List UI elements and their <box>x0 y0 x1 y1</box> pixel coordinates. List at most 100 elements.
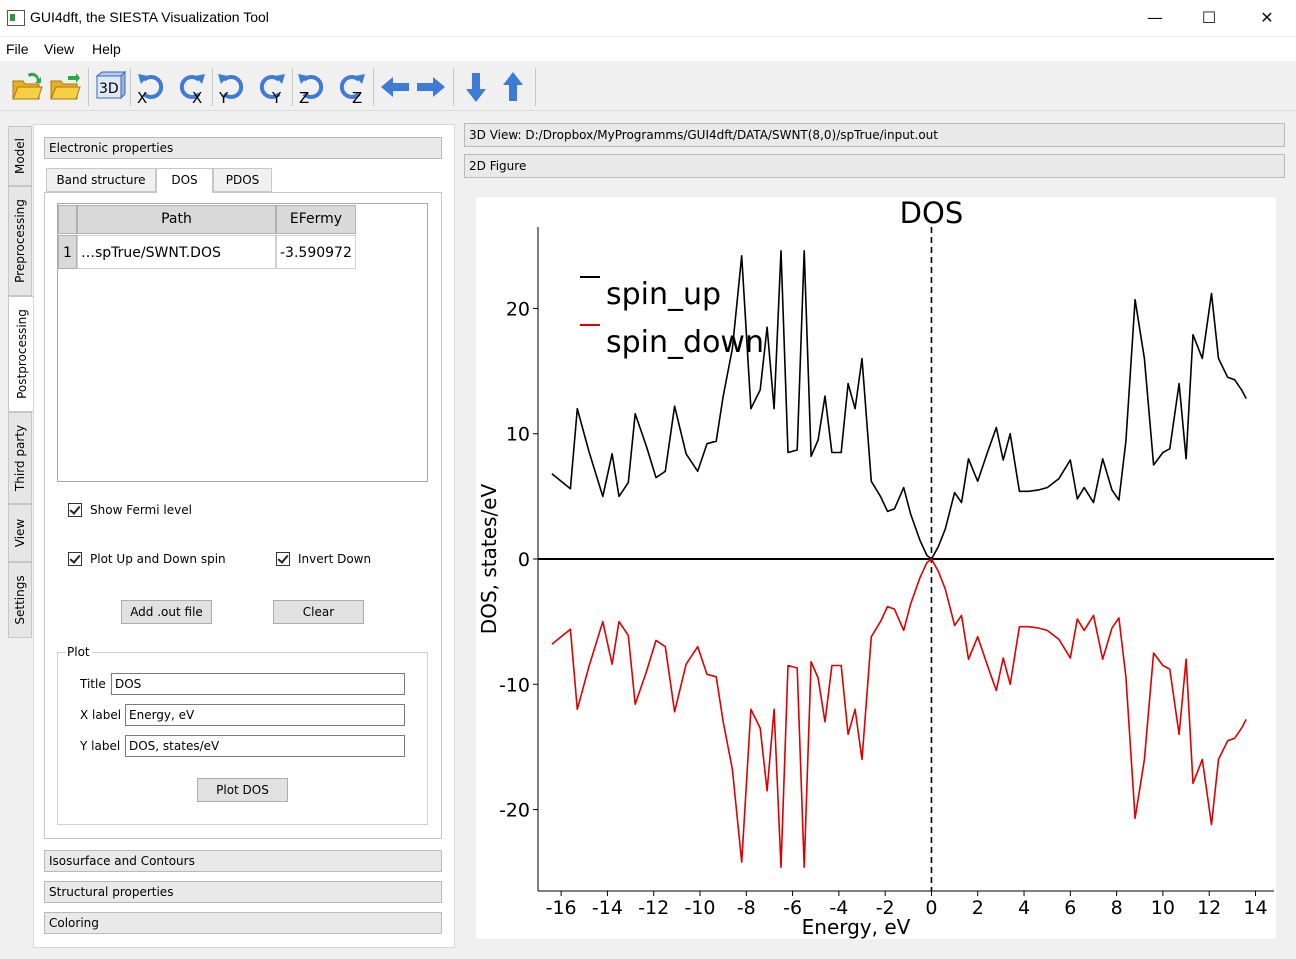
add-out-file-button[interactable]: Add .out file <box>121 600 212 624</box>
table-cell-path[interactable]: …spTrue/SWNT.DOS <box>77 235 276 269</box>
rotate-y-ccw-button[interactable]: Y <box>215 70 249 107</box>
cube-3d-label: 3D <box>99 81 119 97</box>
open-folder-button[interactable] <box>48 70 82 104</box>
figure-2d-header[interactable]: 2D Figure <box>464 154 1285 178</box>
toolbar-separator <box>535 68 536 106</box>
arrow-down-icon <box>466 73 486 102</box>
rotate-z-cw-button[interactable]: Z <box>334 70 368 107</box>
x-tick-label: -8 <box>737 897 756 919</box>
rotate-x-cw-button[interactable]: X <box>174 70 208 107</box>
rotate-right-icon: X <box>179 74 205 107</box>
toolbar-separator <box>88 68 89 106</box>
y-tick-label: 20 <box>506 298 530 320</box>
section-structural-properties[interactable]: Structural properties <box>44 881 442 903</box>
plot-dos-button[interactable]: Plot DOS <box>197 778 288 802</box>
column-header-efermy[interactable]: EFermy <box>276 205 356 234</box>
plot-up-down-checkbox[interactable] <box>68 552 82 566</box>
x-tick-label: 2 <box>972 897 984 919</box>
view-3d-header[interactable]: 3D View: D:/Dropbox/MyProgramms/GUI4dft/… <box>464 123 1285 147</box>
open-file-button[interactable] <box>10 70 44 104</box>
side-tab-postprocessing[interactable]: Postprocessing <box>8 296 34 412</box>
svg-text:X: X <box>192 89 202 104</box>
arrow-up-icon <box>503 72 523 101</box>
clear-button[interactable]: Clear <box>273 600 364 624</box>
section-coloring[interactable]: Coloring <box>44 912 442 934</box>
invert-down-label: Invert Down <box>298 552 372 566</box>
show-fermi-checkbox[interactable] <box>68 503 82 517</box>
move-left-button[interactable] <box>378 70 412 104</box>
side-tab-view[interactable]: View <box>8 504 32 562</box>
side-tab-settings[interactable]: Settings <box>8 562 32 638</box>
cube-3d-icon: 3D <box>95 70 127 100</box>
x-tick-label: -10 <box>684 897 715 919</box>
x-tick-label: 12 <box>1197 897 1221 919</box>
x-tick-label: -16 <box>546 897 577 919</box>
row-header[interactable]: 1 <box>58 235 77 269</box>
table-corner <box>58 205 77 234</box>
y-axis-label: DOS, states/eV <box>477 484 501 635</box>
legend-label-spin_down: spin_down <box>606 325 764 360</box>
side-tab-third-party[interactable]: Third party <box>8 412 32 504</box>
plot-up-down-label: Plot Up and Down spin <box>90 552 226 566</box>
menu-help[interactable]: Help <box>92 41 121 57</box>
maximize-button[interactable]: ☐ <box>1180 0 1238 36</box>
move-right-button[interactable] <box>414 70 448 104</box>
invert-down-checkbox[interactable] <box>276 552 290 566</box>
column-header-path[interactable]: Path <box>77 205 276 234</box>
menu-file[interactable]: File <box>6 41 29 57</box>
app-icon <box>7 10 25 26</box>
menu-view[interactable]: View <box>44 41 74 57</box>
y-label-input[interactable] <box>125 735 405 757</box>
minimize-button[interactable]: — <box>1126 0 1184 36</box>
y-tick-label: -20 <box>499 800 530 822</box>
toolbar-separator <box>212 68 213 106</box>
x-tick-label: -12 <box>638 897 669 919</box>
svg-text:Z: Z <box>352 89 362 104</box>
toolbar-separator <box>292 68 293 106</box>
folder-open-icon <box>12 72 43 100</box>
y-tick-label: 0 <box>518 549 530 571</box>
rotate-left-icon: Z <box>298 74 324 107</box>
window-title: GUI4dft, the SIESTA Visualization Tool <box>30 9 269 25</box>
toolbar-separator <box>373 68 374 106</box>
tab-band-structure[interactable]: Band structure <box>46 168 156 192</box>
rotate-y-cw-button[interactable]: Y <box>254 70 288 107</box>
dos-figure: -16 -14 -12 -10 -8 -6 -4 -2 0 2 4 6 8 10 12 14 -20 -10 0 10… <box>476 196 1276 939</box>
dos-chart: -16 -14 -12 -10 -8 -6 -4 -2 0 2 4 6 8 10 12 14-20-10010… <box>477 196 1274 939</box>
x-tick-label: 14 <box>1243 897 1267 919</box>
x-tick-label: 10 <box>1151 897 1175 919</box>
tab-dos[interactable]: DOS <box>156 168 213 193</box>
svg-text:Y: Y <box>218 89 229 104</box>
close-button[interactable]: ✕ <box>1238 0 1296 36</box>
menu-bar <box>0 37 1296 61</box>
move-up-button[interactable] <box>496 70 530 104</box>
x-tick-label: 4 <box>1018 897 1030 919</box>
rotate-x-ccw-button[interactable]: X <box>135 70 169 107</box>
x-tick-label: -6 <box>783 897 802 919</box>
tab-pdos[interactable]: PDOS <box>213 168 272 192</box>
table-cell-efermy[interactable]: -3.590972 <box>276 235 356 269</box>
folder-icon <box>50 73 81 100</box>
rotate-z-ccw-button[interactable]: Z <box>295 70 329 107</box>
title-label: Title <box>80 677 106 691</box>
side-tab-preprocessing[interactable]: Preprocessing <box>8 186 32 296</box>
svg-text:Z: Z <box>299 89 309 104</box>
section-isosurface-contours[interactable]: Isosurface and Contours <box>44 850 442 872</box>
x-axis-label: Energy, eV <box>802 915 911 939</box>
x-tick-label: 6 <box>1064 897 1076 919</box>
series-line-spin_down <box>551 558 1247 869</box>
move-down-button[interactable] <box>459 70 493 104</box>
rotate-right-icon: Y <box>259 74 285 107</box>
title-input[interactable] <box>111 673 405 695</box>
x-label-label: X label <box>80 708 122 722</box>
x-tick-label: 0 <box>925 897 937 919</box>
x-label-input[interactable] <box>125 704 405 726</box>
side-tab-model[interactable]: Model <box>8 126 32 186</box>
x-tick-label: 8 <box>1111 897 1123 919</box>
section-electronic-properties[interactable]: Electronic properties <box>44 137 442 159</box>
y-tick-label: 10 <box>506 424 530 446</box>
view-3d-button[interactable]: 3D <box>92 70 127 104</box>
y-tick-label: -10 <box>499 674 530 696</box>
y-label-label: Y label <box>80 739 121 753</box>
toolbar-separator <box>453 68 454 106</box>
